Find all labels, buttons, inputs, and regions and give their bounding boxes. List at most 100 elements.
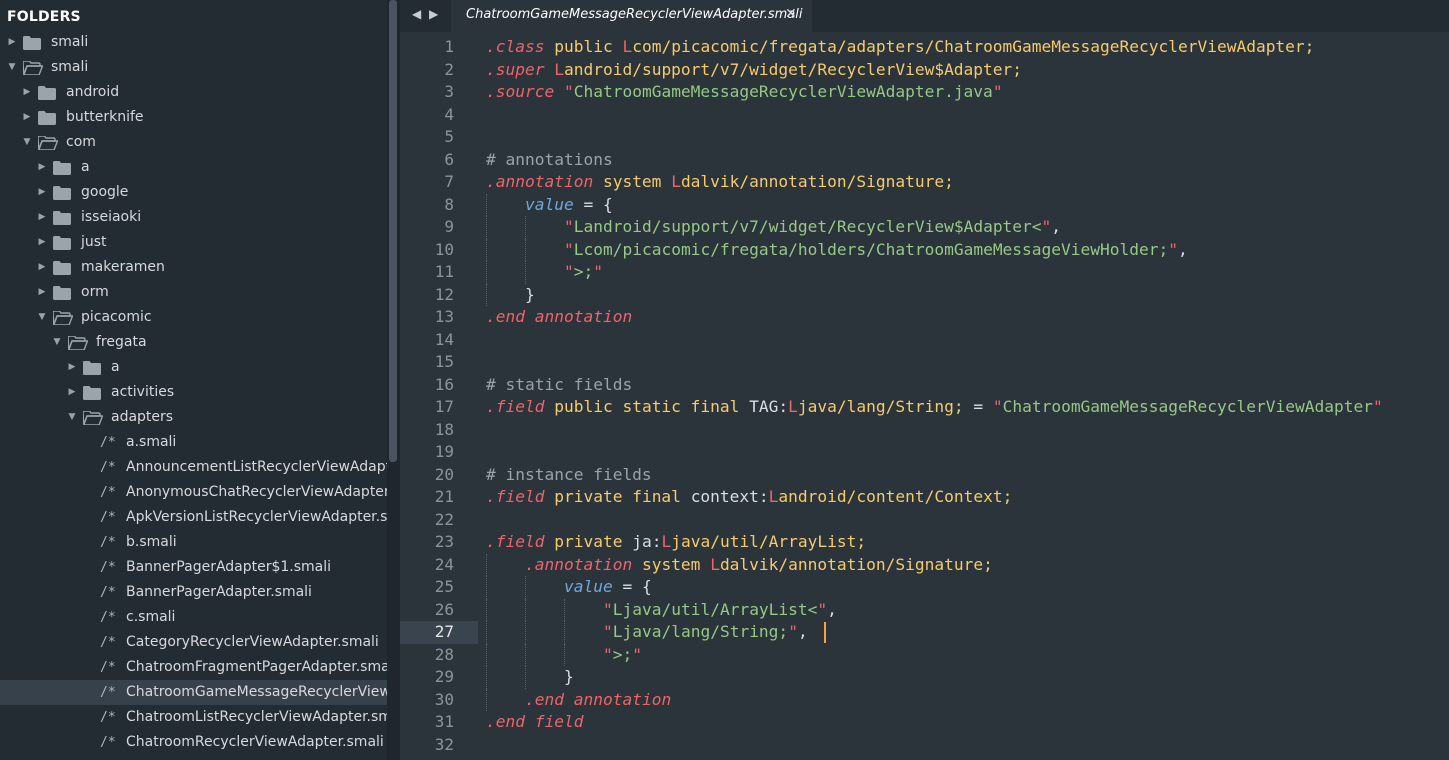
tree-file-item[interactable]: /* ChatroomListRecyclerViewAdapter.sma [0, 705, 387, 730]
tree-item-label: orm [81, 284, 109, 300]
code-line[interactable]: # instance fields [486, 464, 652, 487]
indent-guide [486, 576, 487, 599]
expanded-arrow-icon[interactable]: ▼ [51, 330, 63, 355]
code-line[interactable]: .annotation system Ldalvik/annotation/Si… [486, 171, 954, 194]
tree-folder-item[interactable]: ▼ com [0, 130, 387, 155]
tree-folder-item[interactable]: ▶ butterknife [0, 105, 387, 130]
expanded-arrow-icon[interactable]: ▼ [6, 55, 18, 80]
line-number: 15 [434, 352, 454, 371]
tree-file-item[interactable]: /* b.smali [0, 530, 387, 555]
file-code-icon: /* [100, 710, 116, 725]
tab-active[interactable]: ChatroomGameMessageRecyclerViewAdapter.s… [451, 0, 812, 32]
tree-folder-item[interactable]: ▶ isseiaoki [0, 205, 387, 230]
tree-folder-item[interactable]: ▶ smali [0, 30, 387, 55]
code-editor[interactable]: 1 2 3 4 5 6 7 8 9 10 11 12 13 14 15 16 17 18 19 20 21 22 23 24 2… [400, 32, 1449, 760]
expanded-arrow-icon[interactable]: ▼ [66, 405, 78, 430]
code-line[interactable]: # static fields [486, 374, 632, 397]
indent-guide [486, 238, 487, 261]
code-line[interactable]: "Lcom/picacomic/fregata/holders/Chatroom… [564, 239, 1188, 262]
code-line[interactable]: .super Landroid/support/v7/widget/Recycl… [486, 59, 1022, 82]
tree-folder-item[interactable]: ▶ orm [0, 280, 387, 305]
tree-folder-item[interactable]: ▶ a [0, 355, 387, 380]
tree-file-item[interactable]: /* ChatroomGameMessageRecyclerViewA [0, 680, 387, 705]
code-line[interactable]: .end field [486, 711, 583, 734]
line-number: 29 [434, 667, 454, 686]
tree-item-label: butterknife [66, 109, 144, 125]
collapsed-arrow-icon[interactable]: ▶ [21, 80, 33, 105]
tree-file-item[interactable]: /* BannerPagerAdapter.smali [0, 580, 387, 605]
tree-folder-item[interactable]: ▶ just [0, 230, 387, 255]
tree-file-item[interactable]: /* ChatroomRecyclerViewAdapter.smali [0, 730, 387, 755]
tree-item-label: AnonymousChatRecyclerViewAdapter.s [126, 484, 387, 500]
code-line[interactable]: ">;" [564, 261, 603, 284]
line-number: 28 [434, 644, 454, 664]
code-line[interactable]: ">;" [603, 644, 642, 667]
code-token: " [593, 262, 603, 281]
tab-close-icon[interactable]: ✕ [785, 6, 797, 22]
line-number: 11 [434, 262, 454, 281]
code-line[interactable]: .field public static final TAG:Ljava/lan… [486, 396, 1383, 419]
indent-guide [486, 643, 487, 666]
tree-folder-item[interactable]: ▶ activities [0, 380, 387, 405]
tree-folder-item[interactable]: ▼ smali [0, 55, 387, 80]
tree-file-item[interactable]: /* ChatroomFragmentPagerAdapter.smali [0, 655, 387, 680]
tree-file-item[interactable]: /* AnnouncementListRecyclerViewAdapte [0, 455, 387, 480]
collapsed-arrow-icon[interactable]: ▶ [36, 255, 48, 280]
tree-file-item[interactable]: /* ApkVersionListRecyclerViewAdapter.sm [0, 505, 387, 530]
code-line[interactable]: .end annotation [525, 689, 671, 712]
tree-folder-item[interactable]: ▶ android [0, 80, 387, 105]
indent-guide [564, 598, 565, 621]
line-number: 25 [434, 577, 454, 596]
tree-file-item[interactable]: /* a.smali [0, 430, 387, 455]
code-token: .super [486, 59, 545, 79]
code-token: " [1168, 239, 1178, 259]
code-line[interactable]: "Landroid/support/v7/widget/RecyclerView… [564, 216, 1061, 239]
collapsed-arrow-icon[interactable]: ▶ [36, 280, 48, 305]
code-line[interactable]: "Ljava/util/ArrayList<", [603, 599, 837, 622]
collapsed-arrow-icon[interactable]: ▶ [36, 205, 48, 230]
code-token: java/lang/String; [797, 397, 964, 416]
expanded-arrow-icon[interactable]: ▼ [21, 130, 33, 155]
code-line[interactable]: } [525, 284, 535, 307]
code-line[interactable]: .source "ChatroomGameMessageRecyclerView… [486, 81, 1003, 104]
code-token: .source [486, 82, 555, 101]
code-token: private final [554, 487, 681, 506]
collapsed-arrow-icon[interactable]: ▶ [21, 105, 33, 130]
collapsed-arrow-icon[interactable]: ▶ [66, 355, 78, 380]
tree-folder-item[interactable]: ▼ picacomic [0, 305, 387, 330]
tree-file-item[interactable]: /* BannerPagerAdapter$1.smali [0, 555, 387, 580]
indent-guide [525, 238, 526, 261]
code-line[interactable]: .class public Lcom/picacomic/fregata/ada… [486, 36, 1314, 59]
collapsed-arrow-icon[interactable]: ▶ [36, 230, 48, 255]
tree-file-item[interactable]: /* c.smali [0, 605, 387, 630]
tree-folder-item[interactable]: ▶ makeramen [0, 255, 387, 280]
tree-folder-item[interactable]: ▼ fregata [0, 330, 387, 355]
file-code-icon: /* [100, 510, 116, 525]
collapsed-arrow-icon[interactable]: ▶ [66, 380, 78, 405]
tree-folder-item[interactable]: ▶ a [0, 155, 387, 180]
tree-file-item[interactable]: /* AnonymousChatRecyclerViewAdapter.s [0, 480, 387, 505]
code-line[interactable]: "Ljava/lang/String;", [603, 621, 808, 644]
collapsed-arrow-icon[interactable]: ▶ [36, 155, 48, 180]
code-line[interactable]: .annotation system Ldalvik/annotation/Si… [525, 554, 993, 577]
tree-file-item[interactable]: /* CategoryRecyclerViewAdapter.smali [0, 630, 387, 655]
code-line[interactable]: # annotations [486, 149, 613, 172]
collapsed-arrow-icon[interactable]: ▶ [36, 180, 48, 205]
code-line[interactable]: } [564, 666, 574, 689]
tab-nav-left-icon[interactable]: ◀ [412, 7, 421, 21]
tree-folder-item[interactable]: ▼ adapters [0, 405, 387, 430]
sidebar-scrollbar-thumb[interactable] [389, 0, 397, 462]
line-number: 26 [434, 599, 454, 619]
tree-folder-item[interactable]: ▶ google [0, 180, 387, 205]
code-line[interactable]: .field private ja:Ljava/util/ArrayList; [486, 531, 866, 554]
collapsed-arrow-icon[interactable]: ▶ [6, 30, 18, 55]
expanded-arrow-icon[interactable]: ▼ [36, 305, 48, 330]
code-line[interactable]: .end annotation [486, 306, 632, 329]
code-line[interactable]: .field private final context:Landroid/co… [486, 486, 1012, 509]
folder-icon [53, 261, 71, 275]
code-line[interactable]: value = { [525, 194, 613, 217]
tab-nav-right-icon[interactable]: ▶ [429, 7, 438, 21]
code-line[interactable]: value = { [564, 576, 652, 599]
code-token: .field [486, 487, 545, 506]
